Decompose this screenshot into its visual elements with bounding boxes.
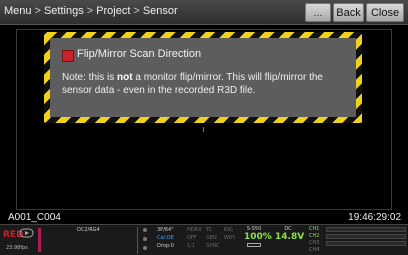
channel-2-label: CH2 bbox=[309, 233, 320, 239]
breadcrumb-separator: > bbox=[133, 5, 140, 17]
shutter-readout: 3P/64" bbox=[157, 227, 174, 233]
sensor-info[interactable]: 3P/64" Cal:OE Drop:0 bbox=[157, 226, 174, 250]
rig-label: RIG bbox=[224, 227, 233, 233]
media-capacity-bar bbox=[38, 228, 41, 252]
hdrx-label: HDRX bbox=[187, 227, 202, 233]
hdrx-value: OFF bbox=[187, 235, 197, 241]
rig-status[interactable]: RIG WIFI bbox=[224, 226, 235, 242]
channel-1-label: CH1 bbox=[309, 226, 320, 232]
status-dot bbox=[143, 237, 147, 241]
back-button[interactable]: Back bbox=[333, 3, 364, 22]
breadcrumb-menu[interactable]: Menu bbox=[4, 5, 32, 17]
codec-readout: DC2/RG4 bbox=[77, 227, 100, 233]
timecode-status[interactable]: TC GEN SYNC bbox=[206, 226, 219, 250]
dialog-message-prefix: Note: this is bbox=[62, 72, 118, 83]
battery-status[interactable]: S-550 100% bbox=[244, 226, 272, 247]
status-bar: RED 23.98fps DC2/RG4 3P/64" Cal:OE Drop:… bbox=[0, 224, 408, 255]
tc-label: TC bbox=[206, 227, 213, 233]
tc-sync: SYNC bbox=[206, 243, 220, 249]
battery-percent: 100% bbox=[244, 232, 272, 242]
dialog-message: Note: this is not a monitor flip/mirror.… bbox=[62, 71, 352, 97]
drop-readout: Drop:0 bbox=[157, 243, 174, 249]
breadcrumb-settings[interactable]: Settings bbox=[44, 5, 84, 17]
dialog-message-emphasis: not bbox=[117, 72, 133, 83]
red-logo-icon: RED bbox=[3, 228, 34, 240]
status-divider bbox=[137, 227, 138, 254]
calibration-readout: Cal:OE bbox=[157, 235, 174, 241]
audio-meter bbox=[326, 234, 406, 239]
top-bar: Menu > Settings > Project > Sensor ... Back Cl… bbox=[0, 0, 408, 25]
status-dot bbox=[143, 228, 147, 232]
warning-icon bbox=[62, 50, 74, 62]
warning-dialog-panel: Flip/Mirror Scan Direction Note: this is… bbox=[50, 38, 356, 117]
breadcrumb-separator: > bbox=[34, 5, 41, 17]
warning-dialog: Flip/Mirror Scan Direction Note: this is… bbox=[44, 32, 362, 123]
audio-meter bbox=[326, 227, 406, 232]
audio-meter bbox=[326, 241, 406, 246]
audio-channels[interactable]: CH1 CH2 CH3 CH4 bbox=[309, 226, 319, 254]
dialog-title: Flip/Mirror Scan Direction bbox=[77, 48, 202, 60]
more-button[interactable]: ... bbox=[305, 3, 331, 22]
status-indicators bbox=[143, 228, 147, 255]
dc-voltage: 14.8V bbox=[275, 232, 305, 242]
ratio-value: 1:1 bbox=[187, 243, 196, 249]
channel-3-label: CH3 bbox=[309, 240, 320, 246]
dc-power-status[interactable]: DC 14.8V bbox=[275, 226, 305, 242]
close-button[interactable]: Close bbox=[366, 3, 404, 22]
battery-icon bbox=[247, 243, 261, 247]
clip-name: A001_C004 bbox=[8, 212, 61, 223]
wifi-label: WIFI bbox=[224, 235, 235, 241]
timecode: 19:46:29:02 bbox=[348, 212, 401, 223]
breadcrumb-separator: > bbox=[86, 5, 94, 17]
breadcrumb-sensor: Sensor bbox=[142, 5, 178, 17]
breadcrumb-project[interactable]: Project bbox=[96, 5, 130, 17]
status-dot bbox=[143, 246, 147, 250]
audio-meters bbox=[326, 227, 406, 248]
fps-readout: 23.98fps bbox=[6, 245, 28, 251]
breadcrumb: Menu > Settings > Project > Sensor bbox=[4, 5, 178, 17]
hdrx-status[interactable]: HDRX OFF 1:1 bbox=[187, 226, 202, 250]
channel-4-label: CH4 bbox=[309, 247, 320, 253]
tc-gen: GEN bbox=[206, 235, 217, 241]
center-marker bbox=[203, 127, 204, 132]
